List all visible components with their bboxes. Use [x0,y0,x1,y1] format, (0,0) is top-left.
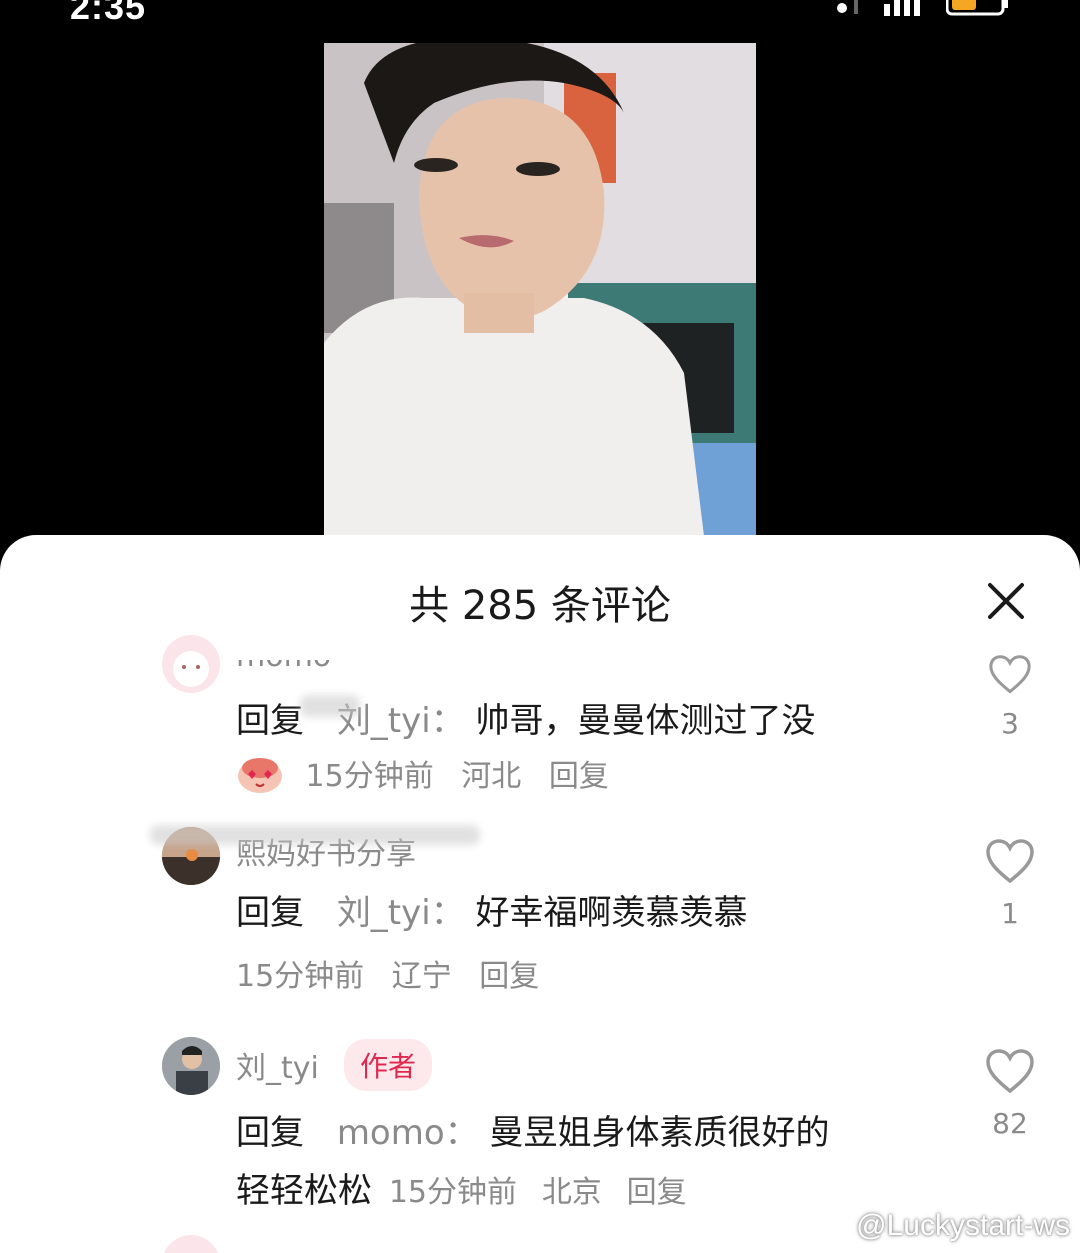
signal-icon [884,0,920,16]
reply-prefix: 回复 [236,1113,304,1153]
comment-text: 帅哥，曼曼体测过了没 [475,701,816,741]
like-button[interactable]: 82 [978,1049,1042,1140]
comments-sheet: 共 285 条评论 momo 回复 刘_tyi： 帅哥，曼曼体测过了没 15分钟… [0,535,1080,1253]
redaction-blur [150,825,480,845]
comment-meta: 15分钟前 河北 回复 [236,751,627,795]
comment-time: 15分钟前 [388,1175,517,1210]
like-count: 82 [992,1107,1028,1140]
reply-button[interactable]: 回复 [479,959,539,994]
comment-time: 15分钟前 [236,959,365,994]
avatar-image [162,1037,220,1095]
reply-target-username[interactable]: 刘_tyi： [337,893,465,933]
like-button[interactable]: 3 [978,655,1042,740]
comment-body: 回复 momo： 曼昱姐身体素质很好的 [236,1105,829,1154]
comment-username[interactable]: 刘_tyi [236,1043,319,1087]
wifi-icon [837,0,858,14]
like-button[interactable]: 1 [978,839,1042,930]
status-time: 2:35 [70,0,147,27]
heart-icon [986,1049,1034,1094]
weibo-icon [810,1212,848,1242]
watermark: @Luckystart-ws [810,1209,1070,1243]
redaction-blur [300,695,360,717]
comment-text: 轻轻松松 [236,1171,372,1211]
comment-location: 河北 [461,759,522,794]
heart-icon [989,655,1031,694]
watermark-text: @Luckystart-ws [856,1209,1070,1242]
comment-time: 15分钟前 [305,759,434,794]
comment-location: 辽宁 [391,959,452,994]
comment-username[interactable]: momo [236,660,331,674]
reply-button[interactable]: 回复 [627,1175,687,1210]
avatar[interactable] [162,1037,220,1095]
author-badge: 作者 [344,1039,433,1091]
avatar[interactable] [162,635,220,693]
comment-text: 好幸福啊羡慕羡慕 [475,893,748,933]
comment-location: 北京 [541,1175,602,1210]
reply-button[interactable]: 回复 [549,759,609,794]
heart-eyes-emoji-icon [238,758,282,793]
video-preview[interactable] [324,43,756,536]
like-count: 3 [1001,707,1019,740]
comment-body: 回复 刘_tyi： 好幸福啊羡慕羡慕 [236,885,748,934]
comment-text: 曼昱姐身体素质很好的 [489,1113,830,1153]
status-icons [832,0,1010,16]
video-frame-image [324,43,756,536]
reply-prefix: 回复 [236,701,304,741]
close-icon[interactable] [982,577,1030,625]
comment-meta: 15分钟前 辽宁 回复 [236,951,557,995]
battery-icon [946,0,1008,16]
avatar[interactable] [162,1235,220,1253]
comment-body-line2: 轻轻松松 15分钟前 北京 回复 [236,1163,687,1212]
comments-count-title: 共 285 条评论 [409,583,671,629]
reply-prefix: 回复 [236,893,304,933]
status-bar: 2:35 [0,0,1080,27]
heart-icon [986,839,1034,884]
like-count: 1 [1001,897,1019,930]
reply-target-username[interactable]: momo： [337,1113,479,1153]
avatar-image [173,651,209,687]
